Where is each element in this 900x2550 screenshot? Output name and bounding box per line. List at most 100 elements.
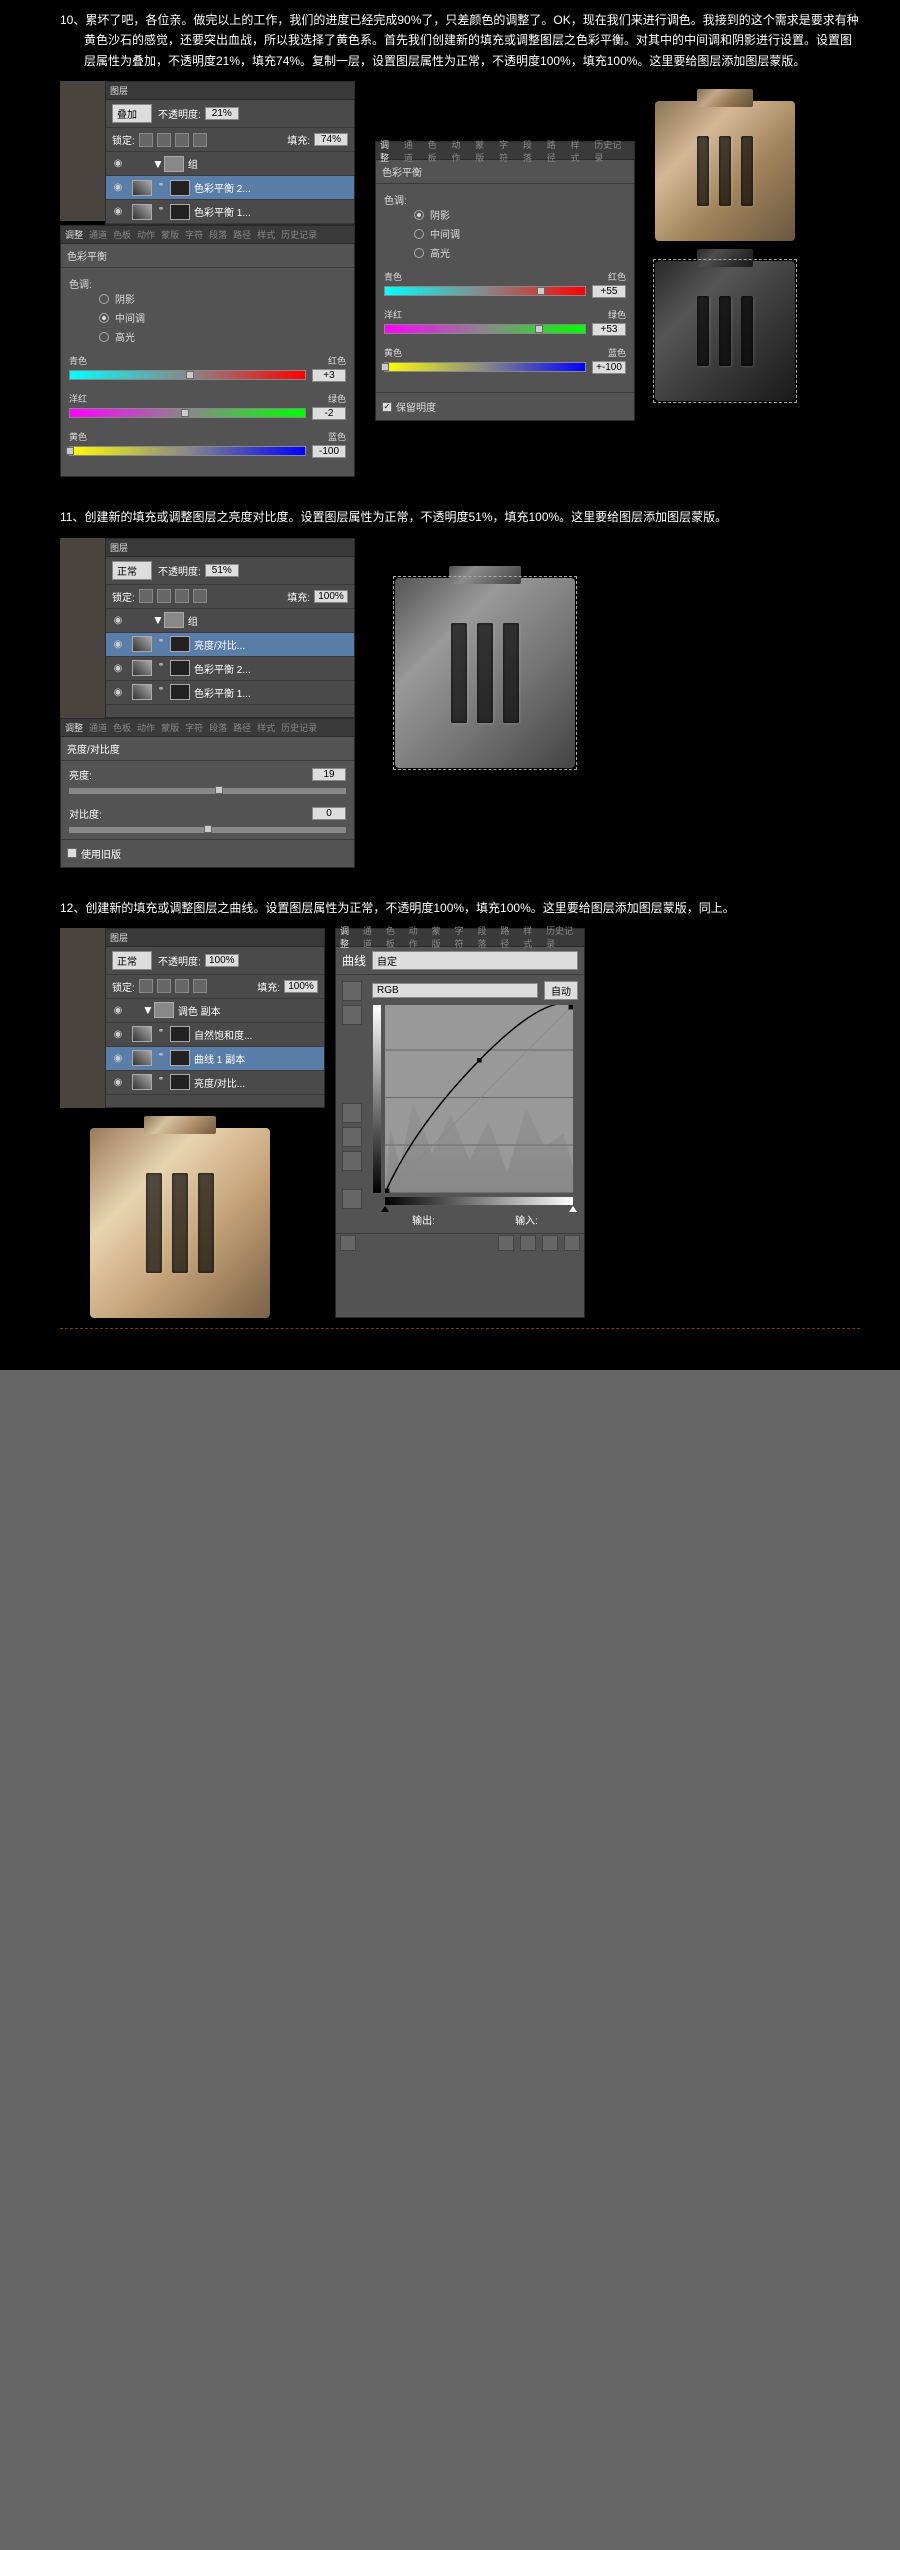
opacity-input[interactable]: 21% bbox=[205, 107, 239, 120]
panel-option-icon[interactable] bbox=[340, 1235, 356, 1251]
yb-value[interactable]: -100 bbox=[312, 445, 346, 458]
tab-layers[interactable]: 图层 bbox=[110, 931, 128, 944]
blend-mode-select[interactable]: 正常 bbox=[112, 561, 152, 580]
tab-adjust[interactable]: 调整 bbox=[65, 721, 83, 734]
eye-icon[interactable] bbox=[110, 612, 126, 628]
yellow-blue-slider[interactable] bbox=[69, 446, 306, 456]
layer-row[interactable]: ⚭ 亮度/对比... bbox=[106, 633, 354, 657]
fill-input[interactable]: 100% bbox=[284, 980, 318, 993]
radio-highlights[interactable] bbox=[99, 332, 109, 342]
radio-shadows[interactable] bbox=[99, 294, 109, 304]
lock-all-icon[interactable] bbox=[193, 133, 207, 147]
radio-shadows[interactable] bbox=[414, 210, 424, 220]
blend-mode-select[interactable]: 正常 bbox=[112, 951, 152, 970]
cyan-red-slider[interactable] bbox=[384, 286, 586, 296]
layer-row[interactable]: ▼ 组 bbox=[106, 152, 354, 176]
fill-input[interactable]: 100% bbox=[314, 590, 348, 603]
tone-label: 色调: bbox=[384, 192, 626, 207]
prev-icon[interactable] bbox=[520, 1235, 536, 1251]
mg-value[interactable]: +53 bbox=[592, 323, 626, 336]
layer-row[interactable]: ⚭ 自然饱和度... bbox=[106, 1023, 324, 1047]
layer-row[interactable]: ⚭ 色彩平衡 2... bbox=[106, 176, 354, 200]
channel-select[interactable]: RGB bbox=[372, 983, 538, 998]
contrast-input[interactable]: 0 bbox=[312, 807, 346, 820]
layer-row[interactable]: ▼ 调色 副本 bbox=[106, 999, 324, 1023]
lock-paint-icon[interactable] bbox=[157, 133, 171, 147]
lock-pos-icon[interactable] bbox=[175, 133, 189, 147]
eye-icon[interactable] bbox=[110, 1050, 126, 1066]
lock-paint-icon[interactable] bbox=[157, 979, 171, 993]
yellow-blue-slider[interactable] bbox=[384, 362, 586, 372]
blend-mode-select[interactable]: 叠加 bbox=[112, 104, 152, 123]
trash-icon[interactable] bbox=[564, 1235, 580, 1251]
layers-panel: 图层 叠加 不透明度: 21% 锁定: bbox=[105, 81, 355, 225]
grey-eyedropper-icon[interactable] bbox=[342, 1127, 362, 1147]
lock-paint-icon[interactable] bbox=[157, 589, 171, 603]
layer-row[interactable]: ⚭ 色彩平衡 2... bbox=[106, 657, 354, 681]
preserve-lum-checkbox[interactable]: ✓ bbox=[382, 402, 392, 412]
mg-value[interactable]: -2 bbox=[312, 407, 346, 420]
radio-highlights[interactable] bbox=[414, 248, 424, 258]
radio-midtones[interactable] bbox=[414, 229, 424, 239]
lock-pos-icon[interactable] bbox=[175, 589, 189, 603]
eye-icon[interactable] bbox=[110, 1026, 126, 1042]
tab-adjust[interactable]: 调整 bbox=[380, 138, 398, 164]
tab-layers[interactable]: 图层 bbox=[110, 84, 128, 97]
lock-all-icon[interactable] bbox=[193, 979, 207, 993]
folder-icon bbox=[164, 612, 184, 628]
cr-value[interactable]: +3 bbox=[312, 369, 346, 382]
layer-row[interactable]: ▼ 组 bbox=[106, 609, 354, 633]
eye-icon[interactable] bbox=[110, 660, 126, 676]
folder-icon bbox=[154, 1002, 174, 1018]
eye-icon[interactable] bbox=[110, 1002, 126, 1018]
cr-value[interactable]: +55 bbox=[592, 285, 626, 298]
reset-icon[interactable] bbox=[542, 1235, 558, 1251]
pencil-tool-icon[interactable] bbox=[342, 1005, 362, 1025]
opacity-input[interactable]: 100% bbox=[205, 954, 239, 967]
lock-all-icon[interactable] bbox=[193, 589, 207, 603]
tab-adjust[interactable]: 调整 bbox=[340, 924, 357, 950]
eye-icon[interactable] bbox=[110, 684, 126, 700]
step-12: 12、创建新的填充或调整图层之曲线。设置图层属性为正常，不透明度100%，填充1… bbox=[60, 898, 860, 1330]
doc-bg bbox=[60, 538, 105, 718]
layer-row[interactable]: ⚭ 色彩平衡 1... bbox=[106, 681, 354, 705]
magenta-green-slider[interactable] bbox=[384, 324, 586, 334]
eye-icon[interactable] bbox=[110, 180, 126, 196]
lock-trans-icon[interactable] bbox=[139, 979, 153, 993]
opacity-label: 不透明度: bbox=[158, 953, 201, 968]
target-icon[interactable] bbox=[342, 1189, 362, 1209]
eye-icon[interactable] bbox=[110, 1074, 126, 1090]
eye-icon[interactable] bbox=[110, 156, 126, 172]
point-tool-icon[interactable] bbox=[342, 981, 362, 1001]
layer-row[interactable]: ⚭ 亮度/对比... bbox=[106, 1071, 324, 1095]
opacity-input[interactable]: 51% bbox=[205, 564, 239, 577]
eye-icon[interactable] bbox=[110, 204, 126, 220]
mask-thumb bbox=[170, 180, 190, 196]
curves-preset-select[interactable]: 自定 bbox=[372, 951, 578, 970]
legacy-checkbox[interactable] bbox=[67, 848, 77, 858]
black-eyedropper-icon[interactable] bbox=[342, 1103, 362, 1123]
lock-trans-icon[interactable] bbox=[139, 589, 153, 603]
black-point-slider[interactable] bbox=[381, 1206, 389, 1212]
brightness-slider[interactable] bbox=[69, 788, 346, 794]
contrast-slider[interactable] bbox=[69, 827, 346, 833]
layer-row[interactable]: ⚭ 色彩平衡 1... bbox=[106, 200, 354, 224]
cyan-red-slider[interactable] bbox=[69, 370, 306, 380]
tab-layers[interactable]: 图层 bbox=[110, 541, 128, 554]
eye-icon[interactable] bbox=[110, 636, 126, 652]
brightness-input[interactable]: 19 bbox=[312, 768, 346, 781]
white-point-slider[interactable] bbox=[569, 1206, 577, 1212]
auto-button[interactable]: 自动 bbox=[544, 981, 578, 1000]
layer-thumb bbox=[132, 1026, 152, 1042]
white-eyedropper-icon[interactable] bbox=[342, 1151, 362, 1171]
lock-pos-icon[interactable] bbox=[175, 979, 189, 993]
radio-midtones[interactable] bbox=[99, 313, 109, 323]
layer-row[interactable]: ⚭ 曲线 1 副本 bbox=[106, 1047, 324, 1071]
clip-icon[interactable] bbox=[498, 1235, 514, 1251]
lock-trans-icon[interactable] bbox=[139, 133, 153, 147]
curves-graph[interactable] bbox=[384, 1004, 574, 1194]
magenta-green-slider[interactable] bbox=[69, 408, 306, 418]
yb-value[interactable]: +-100 bbox=[592, 361, 626, 374]
fill-input[interactable]: 74% bbox=[314, 133, 348, 146]
tab-adjust[interactable]: 调整 bbox=[65, 228, 83, 241]
